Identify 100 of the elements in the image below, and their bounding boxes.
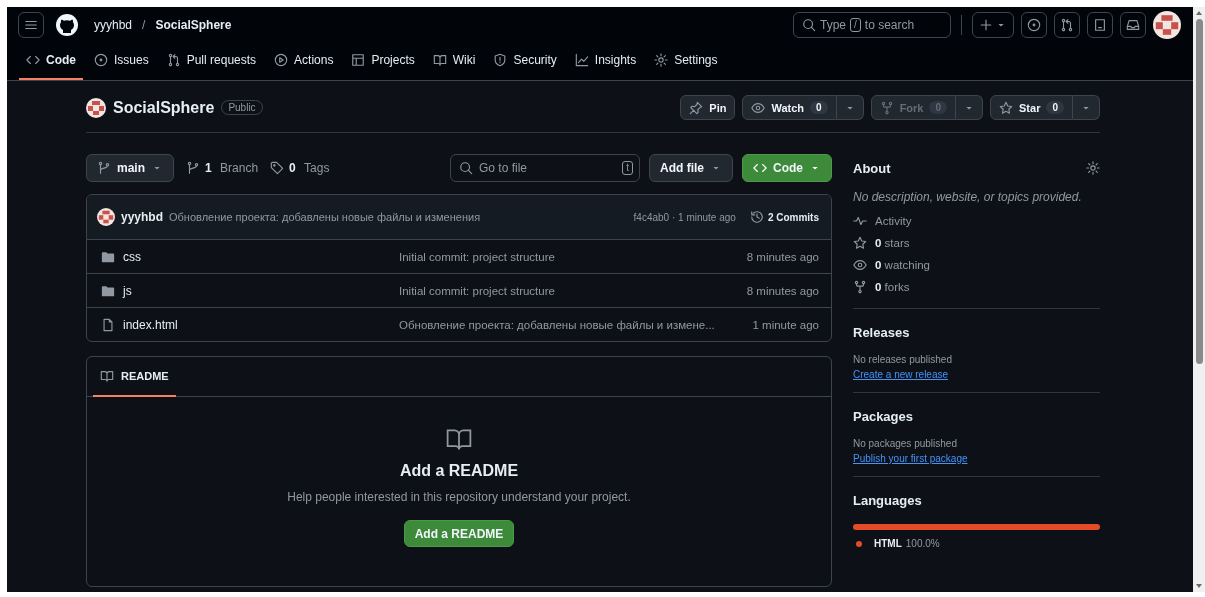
commit-author[interactable]: yyyhbd <box>121 210 163 224</box>
stat-link[interactable]: Activity <box>853 214 1100 228</box>
add-file-button[interactable]: Add file <box>649 154 733 182</box>
graph-icon <box>574 53 589 67</box>
stat-link[interactable]: 0 forks <box>853 280 1100 294</box>
pull-request-icon <box>166 53 181 67</box>
search-field[interactable]: Type / to search <box>793 11 951 38</box>
file-name[interactable]: js <box>123 283 399 298</box>
branch-icon <box>97 161 111 175</box>
repo-tab[interactable]: Code <box>19 42 83 80</box>
file-time: 1 minute ago <box>752 318 819 331</box>
projects-button[interactable] <box>1087 11 1113 38</box>
branches-link[interactable]: 1 Branch <box>186 161 259 175</box>
issues-button[interactable] <box>1021 11 1047 38</box>
issue-icon <box>1027 17 1041 32</box>
pulse-icon <box>853 214 867 228</box>
repo-link[interactable]: SocialSphere <box>155 17 232 32</box>
settings-icon[interactable] <box>1086 161 1100 175</box>
avatar-icon <box>86 97 106 118</box>
create-release-link[interactable]: Create a new release <box>853 369 949 380</box>
repo-tab[interactable]: Issues <box>87 42 156 80</box>
commit-message[interactable]: Обновление проекта: добавлены новые файлы и изменения <box>169 211 628 223</box>
repo-tab[interactable]: Pull requests <box>159 42 264 80</box>
owner-link[interactable]: yyyhbd <box>94 17 133 32</box>
stat-link[interactable]: 0 watching <box>853 258 1100 272</box>
repo-action-button[interactable]: Star 0 <box>990 95 1073 120</box>
book-icon <box>100 369 114 383</box>
readme-tab[interactable]: README <box>93 357 176 397</box>
repo-action-button[interactable]: Pin <box>680 95 736 120</box>
repo-tab[interactable]: Security <box>486 42 564 80</box>
table-icon <box>351 53 366 67</box>
logo-icon[interactable] <box>55 12 79 37</box>
tags-link[interactable]: 0 Tags <box>270 161 330 175</box>
code-button[interactable]: Code <box>742 154 832 182</box>
repo-tab[interactable]: Projects <box>344 42 422 80</box>
inbox-button[interactable] <box>1120 11 1146 38</box>
repo-tab[interactable]: Insights <box>567 42 644 80</box>
inbox-icon <box>1126 17 1140 32</box>
eye-icon <box>751 100 766 115</box>
search-icon <box>802 17 816 32</box>
publish-package-link[interactable]: Publish your first package <box>853 453 968 464</box>
stat-link[interactable]: 0 stars <box>853 236 1100 250</box>
avatar-icon[interactable] <box>1153 10 1181 39</box>
pull-requests-button[interactable] <box>1054 11 1080 38</box>
repo-tab[interactable]: Settings <box>647 42 725 80</box>
plus-icon <box>979 17 993 32</box>
file-time: 8 minutes ago <box>746 250 819 263</box>
repo-tab[interactable]: Actions <box>267 42 341 80</box>
language-percent: 100.0% <box>905 538 940 549</box>
settings-icon <box>654 53 669 67</box>
counter: 0 <box>1046 101 1064 114</box>
branch-button[interactable]: main <box>86 154 174 182</box>
file-commit-message[interactable]: Обновление проекта: добавлены новые файлы и измене... <box>399 318 753 331</box>
language-name[interactable]: HTML <box>874 538 902 549</box>
pin-icon <box>689 100 704 115</box>
book-icon <box>432 53 447 67</box>
scrollbar-thumb[interactable] <box>1195 19 1203 364</box>
fork-icon <box>879 100 894 115</box>
packages-heading: Packages <box>853 409 914 424</box>
repo-tab[interactable]: Wiki <box>425 42 483 80</box>
commit-hash-time[interactable]: f4c4ab0 · 1 minute ago <box>633 211 736 223</box>
search-icon <box>459 161 473 175</box>
repo-action-button[interactable]: Watch 0 <box>742 95 837 120</box>
add-readme-button[interactable]: Add a README <box>403 520 515 547</box>
issue-icon <box>94 53 108 67</box>
star-icon <box>999 100 1014 115</box>
breadcrumb-separator: / <box>142 17 146 32</box>
star-icon <box>853 236 867 250</box>
packages-note: No packages published <box>853 438 958 449</box>
readme-description: Help people interested in this repository understand your project. <box>287 490 631 504</box>
tablet-icon <box>1093 17 1107 32</box>
languages-heading: Languages <box>853 493 923 508</box>
file-name[interactable]: css <box>123 249 399 264</box>
readme-title: Add a README <box>399 462 519 480</box>
fork-icon <box>853 280 867 294</box>
file-icon <box>101 317 115 332</box>
folder-icon <box>101 249 115 264</box>
shortcut-key: t <box>622 161 633 175</box>
tag-icon <box>270 161 285 175</box>
branch-icon <box>186 161 200 175</box>
about-heading: About <box>853 160 891 176</box>
create-new-button[interactable] <box>972 11 1014 38</box>
file-time: 8 minutes ago <box>746 284 819 297</box>
shield-icon <box>493 53 508 67</box>
menu-button[interactable] <box>18 11 44 38</box>
code-icon <box>753 161 767 175</box>
counter: 0 <box>810 101 828 114</box>
file-name[interactable]: index.html <box>123 317 399 332</box>
play-icon <box>274 53 289 67</box>
history-icon <box>749 210 764 224</box>
releases-note: No releases published <box>853 354 953 365</box>
avatar-icon <box>97 208 115 226</box>
repo-name[interactable]: SocialSphere <box>113 98 215 117</box>
commits-link[interactable]: 2 Commits <box>749 210 819 224</box>
file-commit-message[interactable]: Initial commit: project structure <box>399 284 747 297</box>
code-icon <box>26 53 40 67</box>
eye-icon <box>853 258 867 272</box>
about-description: No description, website, or topics provided. <box>853 190 1083 204</box>
file-commit-message[interactable]: Initial commit: project structure <box>399 250 747 263</box>
pull-request-icon <box>1060 17 1074 32</box>
